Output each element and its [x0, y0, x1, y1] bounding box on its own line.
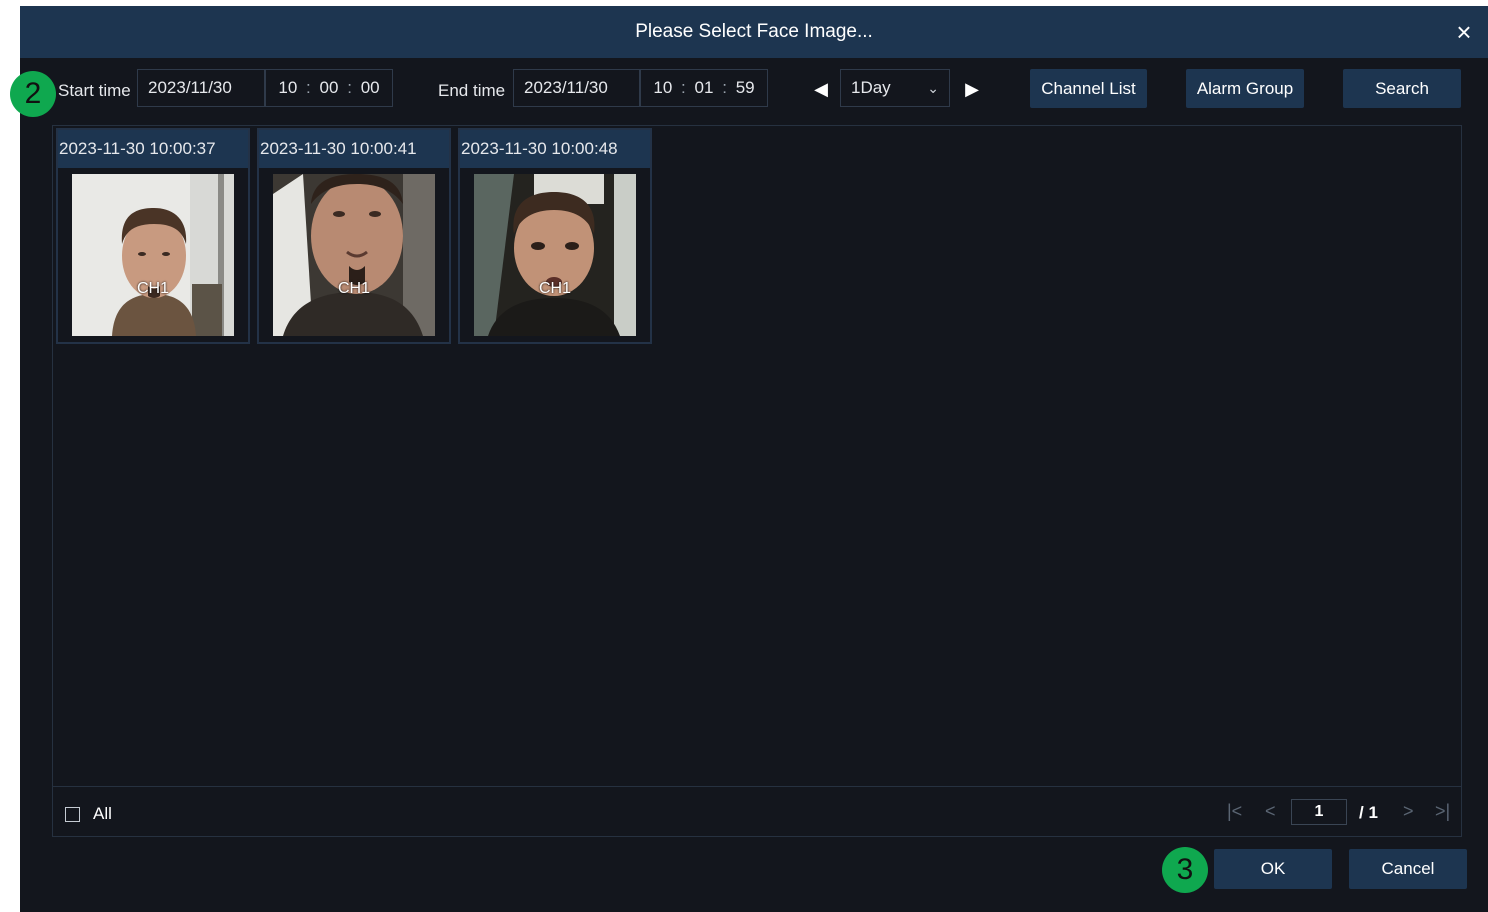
face-card[interactable]: 2023-11-30 10:00:48 CH1: [458, 128, 652, 344]
dialog-titlebar: Please Select Face Image... ×: [20, 6, 1488, 58]
start-date-input[interactable]: 2023/11/30: [137, 69, 265, 107]
start-second[interactable]: 00: [361, 78, 380, 98]
end-time-input[interactable]: 10 : 01 : 59: [640, 69, 768, 107]
range-select-value: 1Day: [851, 78, 891, 97]
face-thumbnail[interactable]: CH1: [72, 174, 234, 336]
face-card-timestamp: 2023-11-30 10:00:37: [58, 130, 248, 168]
start-hour[interactable]: 10: [278, 78, 297, 98]
select-all-label: All: [93, 804, 112, 823]
end-time-label: End time: [438, 81, 506, 100]
next-page-icon[interactable]: >: [1403, 801, 1414, 822]
face-card[interactable]: 2023-11-30 10:00:37 CH1: [56, 128, 250, 344]
page-number-input[interactable]: 1: [1291, 799, 1347, 825]
ok-button[interactable]: OK: [1214, 849, 1332, 889]
alarm-group-button[interactable]: Alarm Group: [1186, 69, 1304, 108]
face-results-grid: 2023-11-30 10:00:37 CH1 2023-11-30 10:00…: [52, 125, 1462, 837]
page-total: / 1: [1359, 803, 1378, 822]
channel-label: CH1: [337, 280, 370, 297]
face-thumbnail[interactable]: CH1: [273, 174, 435, 336]
start-minute[interactable]: 00: [320, 78, 339, 98]
select-all-checkbox[interactable]: [65, 807, 80, 822]
chevron-down-icon: ⌄: [927, 79, 939, 96]
grid-footer: All |< < 1 / 1 > >|: [53, 786, 1461, 837]
end-second[interactable]: 59: [736, 78, 755, 98]
channel-label: CH1: [538, 280, 571, 297]
end-hour[interactable]: 10: [653, 78, 672, 98]
channel-list-button[interactable]: Channel List: [1030, 69, 1147, 108]
step-marker-2: 2: [10, 71, 56, 117]
start-date-value: 2023/11/30: [148, 78, 232, 97]
step-marker-3: 3: [1162, 847, 1208, 893]
page-number-value: 1: [1314, 803, 1324, 820]
end-date-value: 2023/11/30: [524, 78, 608, 97]
next-range-arrow-icon[interactable]: ▶: [962, 78, 982, 100]
first-page-icon[interactable]: |<: [1227, 801, 1242, 822]
range-select[interactable]: 1Day ⌄: [840, 69, 950, 107]
end-minute[interactable]: 01: [695, 78, 714, 98]
face-card[interactable]: 2023-11-30 10:00:41 CH1: [257, 128, 451, 344]
start-time-label: Start time: [58, 81, 131, 100]
dialog-title: Please Select Face Image...: [635, 21, 873, 42]
face-card-timestamp: 2023-11-30 10:00:48: [460, 130, 650, 168]
close-icon[interactable]: ×: [1448, 16, 1480, 48]
end-date-input[interactable]: 2023/11/30: [513, 69, 640, 107]
search-button[interactable]: Search: [1343, 69, 1461, 108]
time-separator: :: [306, 78, 311, 97]
time-separator: :: [681, 78, 686, 97]
prev-range-arrow-icon[interactable]: ◀: [811, 78, 831, 100]
start-time-input[interactable]: 10 : 00 : 00: [265, 69, 393, 107]
cancel-button[interactable]: Cancel: [1349, 849, 1467, 889]
time-separator: :: [722, 78, 727, 97]
face-card-timestamp: 2023-11-30 10:00:41: [259, 130, 449, 168]
face-thumbnail[interactable]: CH1: [474, 174, 636, 336]
last-page-icon[interactable]: >|: [1435, 801, 1450, 822]
time-separator: :: [347, 78, 352, 97]
channel-label: CH1: [136, 280, 169, 297]
prev-page-icon[interactable]: <: [1265, 801, 1276, 822]
